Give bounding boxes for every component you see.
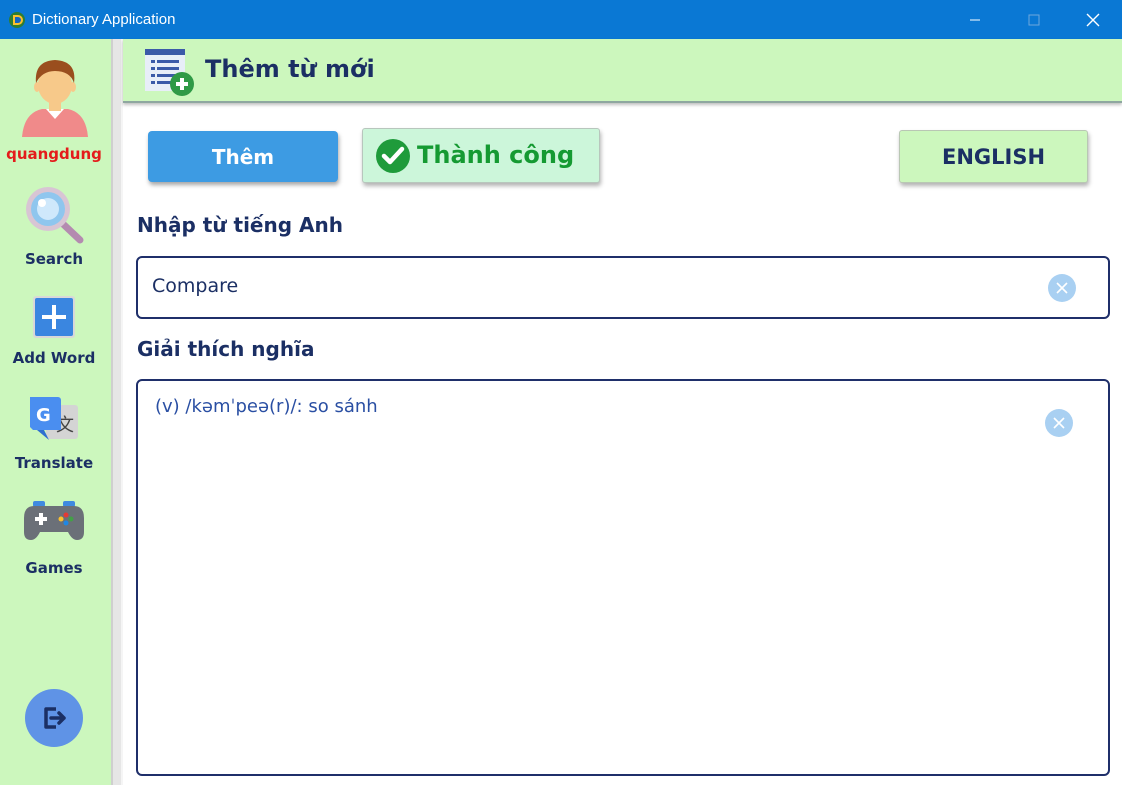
minimize-icon [970, 19, 980, 20]
word-input[interactable]: Compare [136, 256, 1110, 319]
translate-icon: 文 G [30, 397, 78, 440]
clear-meaning-button[interactable] [1045, 409, 1073, 437]
word-input-value: Compare [152, 275, 239, 297]
clear-icon [1053, 417, 1065, 429]
add-icon [33, 296, 75, 338]
status-text: Thành công [417, 141, 575, 169]
page-header: Thêm từ mới [123, 39, 1122, 103]
language-button[interactable]: ENGLISH [899, 130, 1088, 183]
clear-word-button[interactable] [1048, 274, 1076, 302]
sidebar-item-label: Search [24, 250, 84, 268]
svg-text:G: G [36, 405, 51, 426]
sidebar-item-translate[interactable]: 文 G Translate [0, 393, 108, 478]
minimize-button[interactable] [946, 0, 1004, 39]
add-button[interactable]: Thêm [148, 131, 338, 182]
meaning-textarea[interactable]: (v) /kəmˈpeə(r)/: so sánh [136, 379, 1110, 776]
meaning-textarea-value: (v) /kəmˈpeə(r)/: so sánh [155, 396, 378, 417]
app-logo-icon [9, 12, 25, 28]
avatar [22, 60, 88, 137]
sidebar-item-add-word[interactable]: Add Word [0, 293, 108, 373]
window-title: Dictionary Application [32, 11, 176, 28]
sidebar-item-search[interactable]: Search [0, 183, 108, 273]
app-window: Dictionary Application quangdung Search … [0, 0, 1122, 785]
add-word-list-icon [145, 49, 194, 96]
gamepad-icon [24, 501, 84, 540]
page-title: Thêm từ mới [205, 55, 375, 83]
status-badge: Thành công [362, 128, 600, 183]
clear-icon [1056, 282, 1068, 294]
meaning-label: Giải thích nghĩa [137, 337, 315, 361]
checkmark-icon [376, 139, 410, 173]
sidebar-item-label: Games [25, 559, 83, 577]
logout-button[interactable] [25, 689, 83, 747]
logout-icon [44, 707, 66, 729]
title-bar: Dictionary Application [0, 0, 1122, 39]
close-button[interactable] [1064, 0, 1122, 39]
sidebar-item-label: Add Word [12, 349, 96, 367]
word-label: Nhập từ tiếng Anh [137, 213, 343, 237]
close-icon [1086, 13, 1100, 26]
username: quangdung [6, 145, 102, 163]
sidebar-item-label: Translate [14, 454, 94, 472]
sidebar-item-games[interactable]: Games [0, 498, 108, 583]
maximize-icon [1028, 14, 1040, 25]
sidebar-divider[interactable] [111, 39, 123, 785]
search-icon [26, 187, 84, 244]
maximize-button[interactable] [1005, 0, 1063, 39]
